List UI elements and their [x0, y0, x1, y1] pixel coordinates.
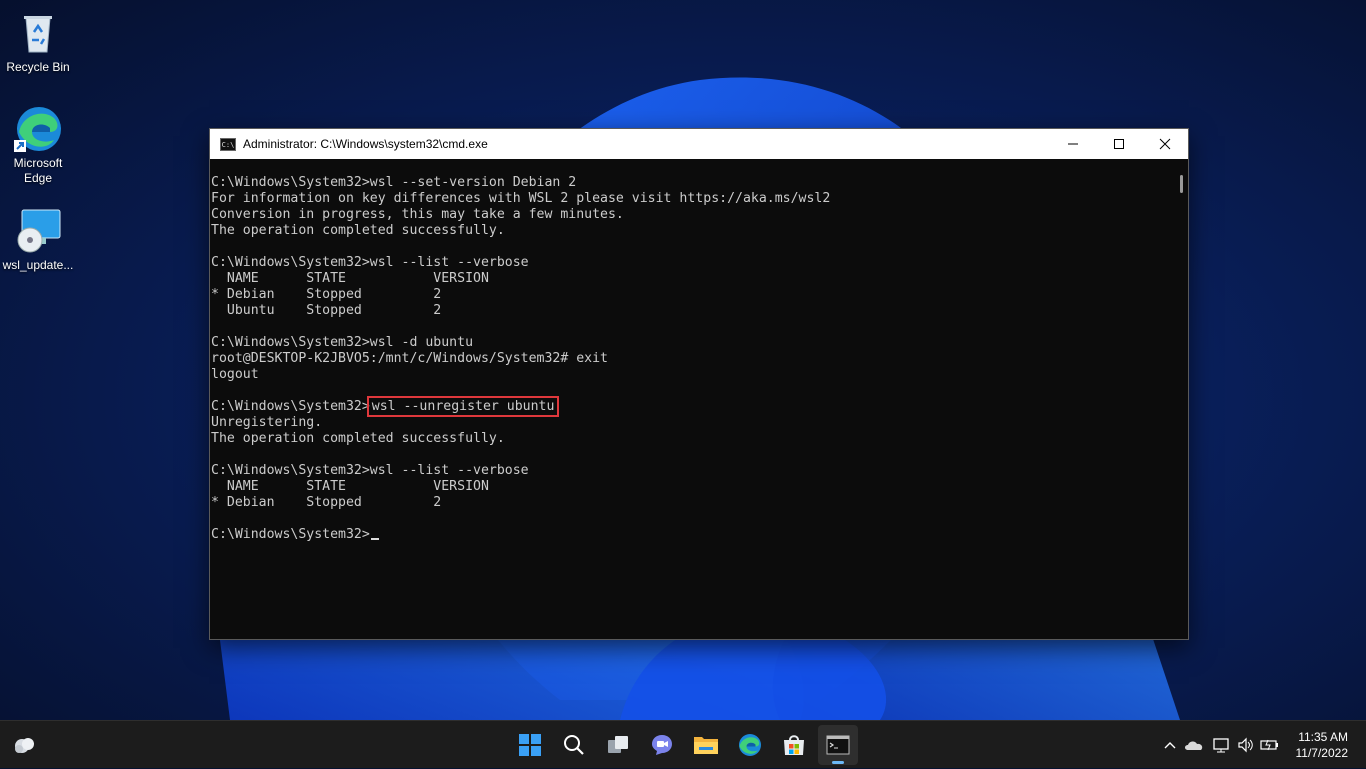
desktop-icon-label: Recycle Bin [6, 60, 70, 74]
console-line: The operation completed successfully. [211, 223, 505, 238]
console-line: Ubuntu Stopped 2 [211, 303, 442, 318]
console-output[interactable]: C:\Windows\System32>wsl --set-version De… [210, 160, 1176, 638]
widgets-button[interactable] [4, 725, 44, 765]
speaker-icon [1238, 737, 1253, 753]
minimize-button[interactable] [1050, 129, 1096, 159]
maximize-button[interactable] [1096, 129, 1142, 159]
console-line: * Debian Stopped 2 [211, 495, 442, 510]
start-button[interactable] [510, 725, 550, 765]
scrollbar-thumb[interactable] [1180, 175, 1183, 193]
console-line: NAME STATE VERSION [211, 479, 489, 494]
onedrive-cloud-icon [1185, 741, 1203, 750]
window-titlebar[interactable]: C:\ Administrator: C:\Windows\system32\c… [210, 129, 1188, 159]
edge-taskbar-button[interactable] [730, 725, 770, 765]
maximize-icon [1114, 139, 1124, 149]
active-app-indicator [832, 761, 844, 764]
taskbar: 11:35 AM 11/7/2022 [0, 720, 1366, 768]
minimize-icon [1068, 143, 1078, 145]
taskbar-clock[interactable]: 11:35 AM 11/7/2022 [1296, 729, 1349, 761]
battery-button[interactable] [1258, 721, 1282, 769]
console-line: * Debian Stopped 2 [211, 287, 442, 302]
console-prompt: C:\Windows\System32> [211, 527, 370, 542]
clock-time: 11:35 AM [1298, 730, 1348, 744]
file-explorer-icon [694, 737, 718, 754]
console-line: C:\Windows\System32>wsl --list --verbose [211, 463, 529, 478]
terminal-taskbar-button[interactable] [818, 725, 858, 765]
console-line: NAME STATE VERSION [211, 271, 489, 286]
start-icon [519, 734, 541, 756]
desktop-icon-recycle-bin[interactable]: Recycle Bin [0, 8, 76, 75]
network-icon [1213, 738, 1229, 753]
chat-button[interactable] [642, 725, 682, 765]
console-line: root@DESKTOP-K2JBVO5:/mnt/c/Windows/Syst… [211, 351, 608, 366]
search-icon [564, 735, 584, 755]
terminal-icon [826, 735, 850, 755]
text-cursor [370, 538, 379, 540]
edge-icon [739, 734, 761, 756]
console-line-unregister: C:\Windows\System32> wsl --unregister ubu… [211, 396, 1176, 417]
console-line: Unregistering. [211, 415, 323, 430]
cmd-app-icon[interactable]: C:\ [220, 137, 236, 151]
installer-icon [14, 206, 62, 254]
task-view-button[interactable] [598, 725, 638, 765]
chat-icon [652, 735, 672, 755]
desktop-icon-edge[interactable]: Microsoft Edge [0, 104, 76, 186]
store-icon [784, 735, 804, 755]
console-scrollbar[interactable] [1176, 160, 1188, 638]
close-icon [1159, 138, 1171, 150]
recycle-bin-icon [14, 8, 62, 56]
console-line: For information on key differences with … [211, 191, 831, 206]
console-line: The operation completed successfully. [211, 431, 505, 446]
desktop-icon-label: Microsoft Edge [13, 156, 63, 185]
desktop-icon-wsl-update[interactable]: wsl_update... [0, 206, 76, 273]
console-line: C:\Windows\System32>wsl --list --verbose [211, 255, 529, 270]
console-line: Conversion in progress, this may take a … [211, 207, 624, 222]
clock-date: 11/7/2022 [1295, 746, 1349, 760]
console-line: C:\Windows\System32>wsl --set-version De… [211, 175, 577, 190]
console-line: C:\Windows\System32>wsl -d ubuntu [211, 335, 474, 350]
file-explorer-button[interactable] [686, 725, 726, 765]
onedrive-button[interactable] [1182, 721, 1206, 769]
store-button[interactable] [774, 725, 814, 765]
widgets-icon [15, 738, 34, 753]
highlighted-command: wsl --unregister ubuntu [366, 396, 560, 417]
task-view-icon [608, 736, 628, 753]
show-hidden-icons-button[interactable] [1160, 721, 1180, 769]
console-line: logout [211, 367, 259, 382]
chevron-up-icon [1164, 742, 1176, 749]
console-prompt: C:\Windows\System32> [211, 399, 370, 414]
console-current-line[interactable]: C:\Windows\System32> [211, 527, 1176, 543]
search-button[interactable] [554, 725, 594, 765]
edge-icon [14, 104, 62, 152]
battery-icon [1260, 739, 1278, 751]
desktop-icon-label: wsl_update... [2, 258, 74, 272]
network-button[interactable] [1210, 721, 1234, 769]
cmd-window[interactable]: C:\ Administrator: C:\Windows\system32\c… [209, 128, 1189, 640]
close-button[interactable] [1142, 129, 1188, 159]
volume-button[interactable] [1234, 721, 1258, 769]
window-title: Administrator: C:\Windows\system32\cmd.e… [243, 137, 488, 151]
